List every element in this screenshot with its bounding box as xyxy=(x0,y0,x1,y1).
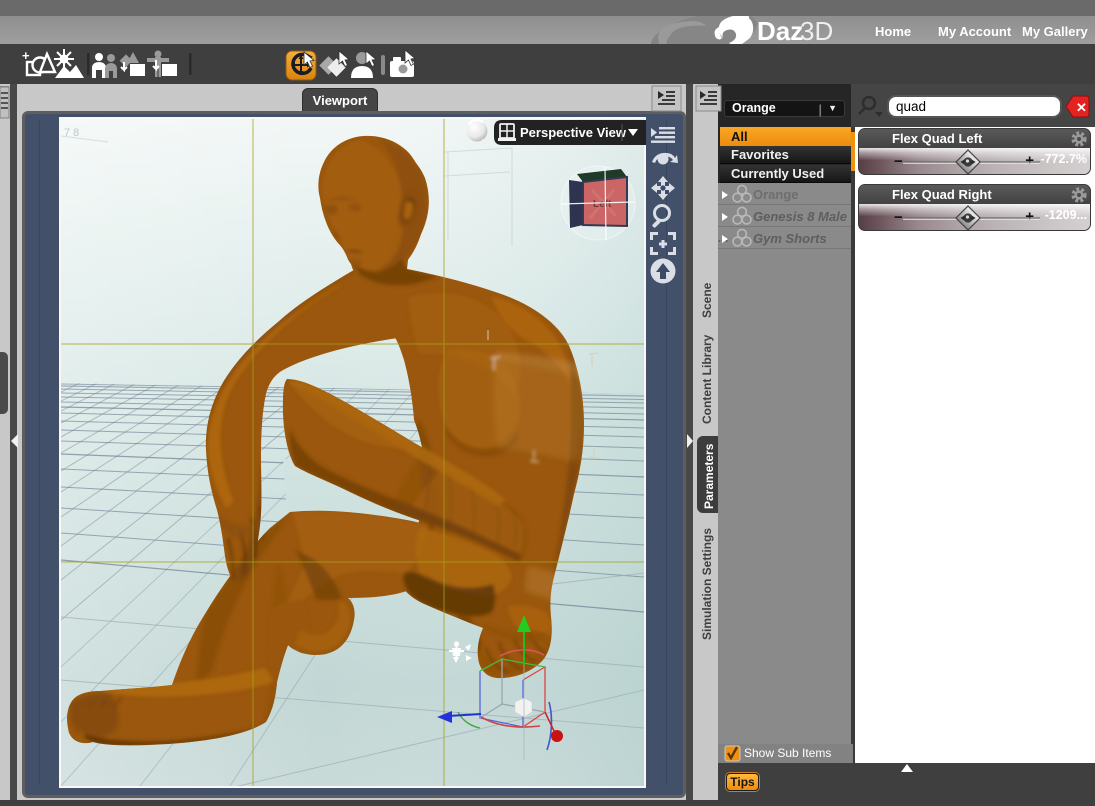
svg-text:✕: ✕ xyxy=(1076,100,1087,115)
